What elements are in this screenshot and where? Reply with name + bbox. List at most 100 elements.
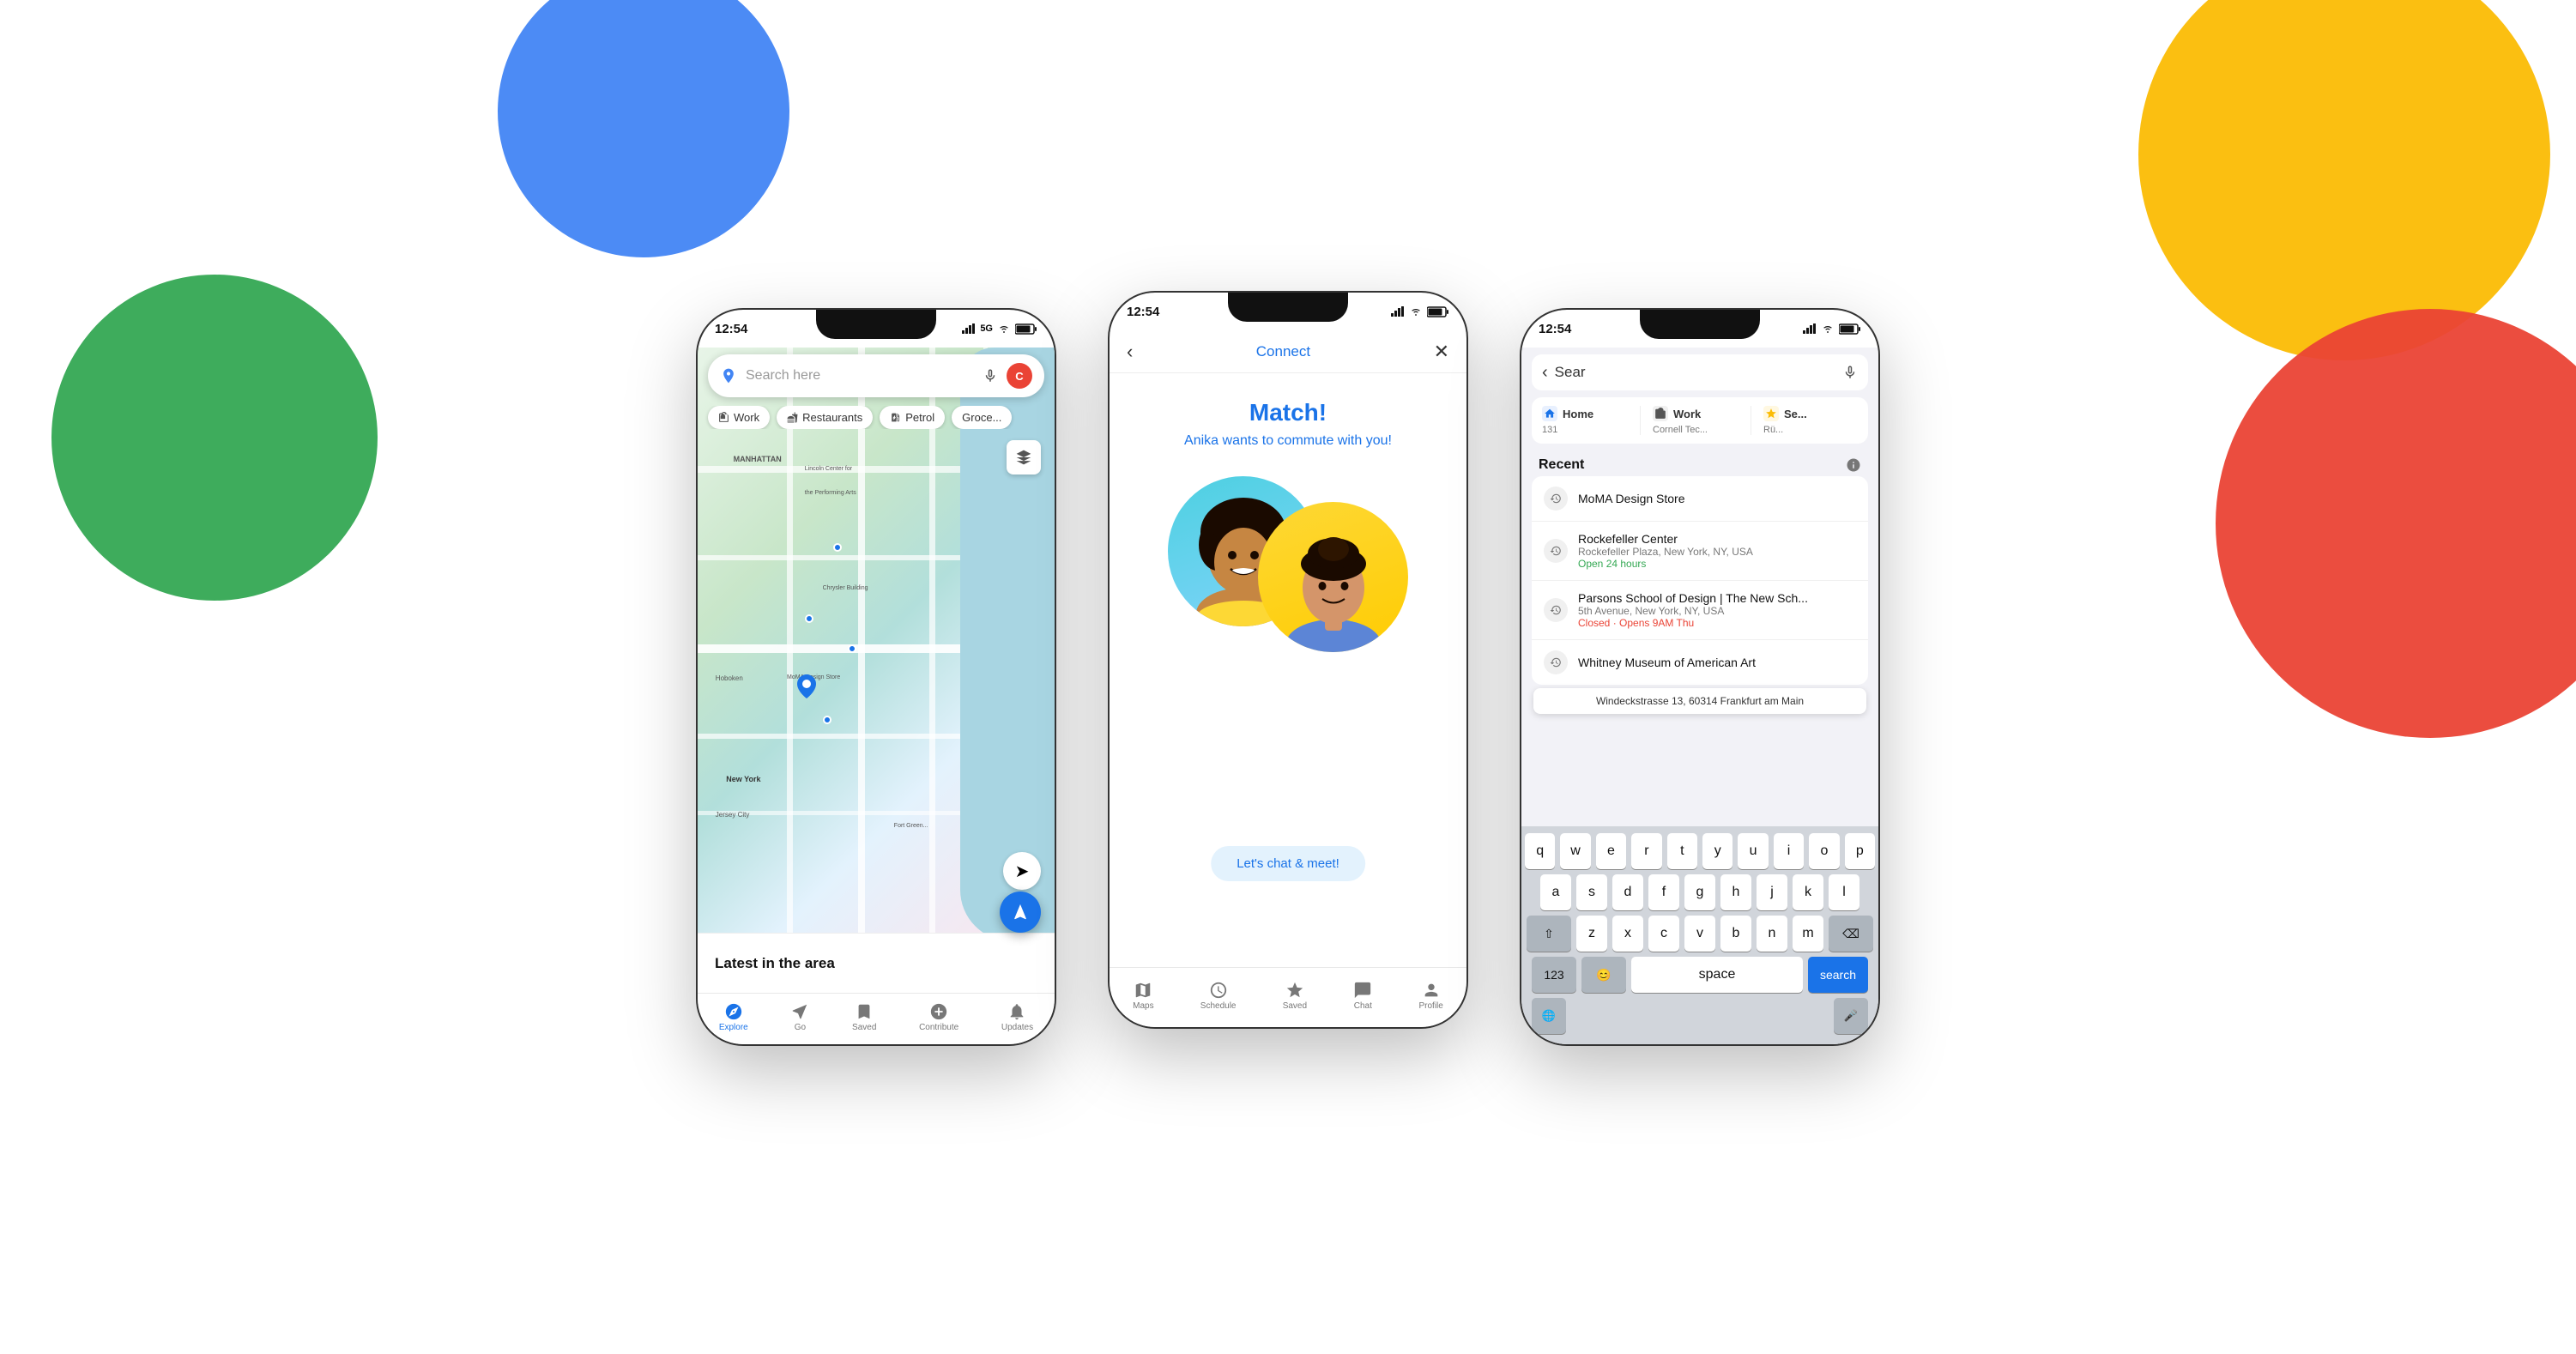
close-button[interactable]: ✕ xyxy=(1434,341,1449,363)
key-w[interactable]: w xyxy=(1560,833,1590,869)
key-f[interactable]: f xyxy=(1648,874,1679,910)
recent-info-icon xyxy=(1846,457,1861,473)
parsons-icon xyxy=(1544,598,1568,622)
key-s[interactable]: s xyxy=(1576,874,1607,910)
chip-grocery[interactable]: Groce... xyxy=(952,406,1012,429)
phone2-time: 12:54 xyxy=(1127,305,1159,319)
layers-button[interactable] xyxy=(1007,440,1041,475)
phone-connect: 12:54 xyxy=(1108,291,1468,1029)
nav2-chat[interactable]: Chat xyxy=(1353,981,1372,1011)
key-z[interactable]: z xyxy=(1576,916,1607,952)
key-shift[interactable]: ⇧ xyxy=(1527,916,1571,952)
key-l[interactable]: l xyxy=(1829,874,1859,910)
key-space[interactable]: space xyxy=(1631,957,1803,993)
lets-chat-button[interactable]: Let's chat & meet! xyxy=(1211,846,1365,881)
parsons-status: Closed · Opens 9AM Thu xyxy=(1578,617,1856,629)
list-item-rockefeller[interactable]: Rockefeller Center Rockefeller Plaza, Ne… xyxy=(1532,522,1868,581)
phone3-time: 12:54 xyxy=(1539,322,1571,336)
schedule-icon xyxy=(1209,981,1228,1000)
key-o[interactable]: o xyxy=(1809,833,1839,869)
key-q[interactable]: q xyxy=(1525,833,1555,869)
go-icon xyxy=(790,1002,809,1021)
nav-contribute[interactable]: Contribute xyxy=(919,1002,958,1032)
key-delete[interactable]: ⌫ xyxy=(1829,916,1873,952)
key-u[interactable]: u xyxy=(1738,833,1768,869)
shortcut-work[interactable]: Work Cornell Tec... xyxy=(1653,406,1738,435)
maps-search-bar[interactable]: Search here C xyxy=(708,354,1044,397)
list-item-parsons[interactable]: Parsons School of Design | The New Sch..… xyxy=(1532,581,1868,640)
match-area: Match! Anika wants to commute with you! xyxy=(1110,373,1466,716)
whitney-name: Whitney Museum of American Art xyxy=(1578,656,1856,669)
work-icon xyxy=(718,412,729,423)
key-p[interactable]: p xyxy=(1845,833,1875,869)
key-a[interactable]: a xyxy=(1540,874,1571,910)
maps-search-placeholder: Search here xyxy=(746,368,974,384)
phone3-mic-icon[interactable] xyxy=(1842,365,1858,380)
key-v[interactable]: v xyxy=(1684,916,1715,952)
home-shortcut-label: Home xyxy=(1563,408,1593,420)
key-n[interactable]: n xyxy=(1757,916,1787,952)
phone3-search-bar[interactable]: ‹ Sear xyxy=(1532,354,1868,390)
phone-maps: 12:54 5G xyxy=(696,308,1056,1046)
nav-explore[interactable]: Explore xyxy=(719,1002,748,1032)
nav2-saved[interactable]: Saved xyxy=(1283,981,1307,1011)
rockefeller-status: Open 24 hours xyxy=(1578,558,1856,570)
key-t[interactable]: t xyxy=(1667,833,1697,869)
list-item-moma[interactable]: MoMA Design Store xyxy=(1532,476,1868,522)
key-g[interactable]: g xyxy=(1684,874,1715,910)
key-j[interactable]: j xyxy=(1757,874,1787,910)
key-e[interactable]: e xyxy=(1596,833,1626,869)
rockefeller-name: Rockefeller Center xyxy=(1578,532,1856,546)
keyboard-bottom-row: 🌐 🎤 xyxy=(1525,998,1875,1034)
nav-updates[interactable]: Updates xyxy=(1001,1002,1033,1032)
history-icon xyxy=(1550,493,1562,505)
nav-go[interactable]: Go xyxy=(790,1002,809,1032)
phone-connect-screen: 12:54 xyxy=(1110,293,1466,1027)
phone3-notch xyxy=(1640,310,1760,339)
shortcut-home[interactable]: Home 131 xyxy=(1542,406,1628,435)
nav2-maps[interactable]: Maps xyxy=(1133,981,1153,1011)
keyboard-row-4: 123 😊 space search xyxy=(1525,957,1875,993)
chip-work[interactable]: Work xyxy=(708,406,770,429)
key-r[interactable]: r xyxy=(1631,833,1661,869)
back-button[interactable]: ‹ xyxy=(1127,341,1133,363)
maps-user-avatar[interactable]: C xyxy=(1007,363,1032,389)
phone3-back-button[interactable]: ‹ xyxy=(1542,363,1548,383)
person2-photo xyxy=(1258,502,1408,652)
key-h[interactable]: h xyxy=(1720,874,1751,910)
nav-saved[interactable]: Saved xyxy=(852,1002,876,1032)
parsons-text: Parsons School of Design | The New Sch..… xyxy=(1578,591,1856,629)
home-shortcut-icon xyxy=(1542,406,1557,421)
fab-button[interactable] xyxy=(1000,892,1041,933)
key-x[interactable]: x xyxy=(1612,916,1643,952)
key-emoji[interactable]: 😊 xyxy=(1581,957,1626,993)
mic-icon[interactable] xyxy=(983,368,998,384)
nav2-profile[interactable]: Profile xyxy=(1419,981,1443,1011)
phone-maps-screen: 12:54 5G xyxy=(698,310,1055,1044)
key-mic[interactable]: 🎤 xyxy=(1834,998,1868,1034)
key-k[interactable]: k xyxy=(1793,874,1823,910)
map-area[interactable]: MANHATTAN Hoboken New York Jersey City L… xyxy=(698,348,1055,941)
chip-restaurants[interactable]: Restaurants xyxy=(777,406,873,429)
home-icon xyxy=(1544,408,1556,420)
nav2-schedule[interactable]: Schedule xyxy=(1200,981,1237,1011)
key-i[interactable]: i xyxy=(1774,833,1804,869)
list-item-whitney[interactable]: Whitney Museum of American Art xyxy=(1532,640,1868,685)
key-d[interactable]: d xyxy=(1612,874,1643,910)
maps-chips: Work Restaurants Petrol xyxy=(698,406,1055,429)
chip-petrol[interactable]: Petrol xyxy=(880,406,945,429)
nav2-chat-label: Chat xyxy=(1354,1001,1372,1011)
navigate-button[interactable]: ➤ xyxy=(1003,852,1041,890)
key-globe[interactable]: 🌐 xyxy=(1532,998,1566,1034)
key-search[interactable]: search xyxy=(1808,957,1868,993)
maps-nav-icon xyxy=(1134,981,1152,1000)
network-label: 5G xyxy=(980,323,993,334)
shortcut-saved[interactable]: Se... Rü... xyxy=(1763,406,1849,435)
phone3-search-input[interactable]: Sear xyxy=(1555,364,1835,381)
home-shortcut-sublabel: 131 xyxy=(1542,425,1557,435)
key-y[interactable]: y xyxy=(1702,833,1732,869)
key-numbers[interactable]: 123 xyxy=(1532,957,1576,993)
key-c[interactable]: c xyxy=(1648,916,1679,952)
key-m[interactable]: m xyxy=(1793,916,1823,952)
key-b[interactable]: b xyxy=(1720,916,1751,952)
